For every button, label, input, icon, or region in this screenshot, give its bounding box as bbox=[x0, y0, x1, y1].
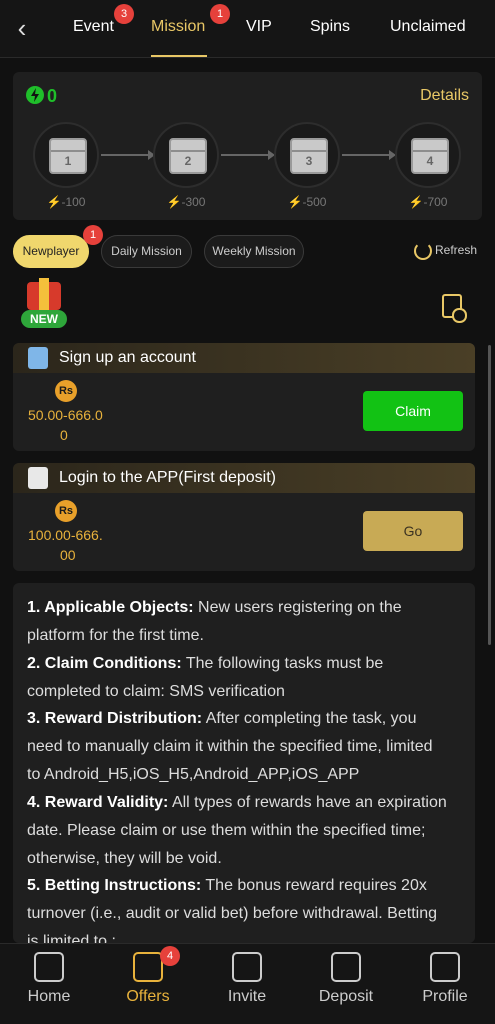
tab-vip[interactable]: VIP bbox=[246, 18, 272, 36]
rule-heading: 2. Claim Conditions: bbox=[27, 655, 182, 672]
mission-badge: 1 bbox=[210, 4, 230, 24]
rule-heading: 4. Reward Validity: bbox=[27, 794, 169, 811]
chest-3[interactable]: 3 bbox=[274, 122, 340, 188]
chest-1[interactable]: 1 bbox=[33, 122, 99, 188]
tab-mission[interactable]: Mission bbox=[151, 18, 205, 36]
chest-score-value: -500 bbox=[302, 195, 327, 209]
arrow-icon bbox=[342, 150, 396, 160]
nav-deposit[interactable]: Deposit bbox=[306, 952, 386, 1006]
chest-number: 1 bbox=[64, 154, 72, 168]
chest-2[interactable]: 2 bbox=[153, 122, 219, 188]
chest-score: ⚡-500 bbox=[287, 195, 327, 209]
app-login-icon bbox=[28, 467, 48, 489]
chest-score-value: -700 bbox=[423, 195, 448, 209]
chest-icon: 1 bbox=[49, 138, 87, 174]
tab-label: VIP bbox=[246, 18, 272, 35]
reward-amount: 100.00-666. 00 bbox=[28, 525, 103, 565]
new-tag: NEW bbox=[21, 310, 67, 328]
arrow-icon bbox=[221, 150, 275, 160]
chest-score-value: -300 bbox=[181, 195, 206, 209]
nav-label: Offers bbox=[126, 988, 170, 1005]
rule-1: 1. Applicable Objects: New users registe… bbox=[27, 594, 447, 650]
home-icon bbox=[34, 952, 64, 982]
reward-amount: 50.00-666.0 0 bbox=[28, 405, 103, 445]
refresh-label: Refresh bbox=[435, 243, 478, 258]
tab-label: Mission bbox=[151, 18, 206, 35]
chest-4[interactable]: 4 bbox=[395, 122, 461, 188]
rule-heading: 5. Betting Instructions: bbox=[27, 877, 202, 894]
refresh-button[interactable]: Refresh bbox=[414, 242, 477, 260]
rule-2: 2. Claim Conditions: The following tasks… bbox=[27, 650, 447, 706]
offers-badge: 4 bbox=[160, 946, 180, 966]
record-icon[interactable] bbox=[442, 294, 467, 323]
arrow-icon bbox=[101, 150, 155, 160]
nav-label: Home bbox=[27, 988, 71, 1005]
chest-icon: 4 bbox=[411, 138, 449, 174]
nav-invite[interactable]: Invite bbox=[207, 952, 287, 1006]
active-tab-indicator bbox=[151, 55, 207, 57]
nav-profile[interactable]: Profile bbox=[405, 952, 485, 1006]
lightning-icon bbox=[26, 86, 44, 104]
reward-line: 100.00-666. bbox=[28, 527, 103, 543]
rule-heading: 3. Reward Distribution: bbox=[27, 710, 203, 727]
nav-home[interactable]: Home bbox=[9, 952, 89, 1006]
chest-score-value: -100 bbox=[61, 195, 86, 209]
rule-heading: 1. Applicable Objects: bbox=[27, 599, 194, 616]
chest-score: ⚡-700 bbox=[408, 195, 448, 209]
users-icon bbox=[232, 952, 262, 982]
tab-label: Unclaimed bbox=[390, 18, 466, 35]
filter-newplayer[interactable]: Newplayer bbox=[13, 235, 89, 268]
scrollbar[interactable] bbox=[488, 345, 491, 645]
chest-icon: 2 bbox=[169, 138, 207, 174]
chest-score: ⚡-300 bbox=[166, 195, 206, 209]
clipboard-icon bbox=[28, 347, 48, 369]
profile-icon bbox=[430, 952, 460, 982]
chest-number: 4 bbox=[426, 154, 434, 168]
nav-label: Invite bbox=[227, 988, 267, 1005]
energy-count: 0 bbox=[47, 86, 58, 106]
rules-panel: 1. Applicable Objects: New users registe… bbox=[13, 583, 475, 943]
wallet-icon bbox=[331, 952, 361, 982]
tab-spins[interactable]: Spins bbox=[310, 18, 350, 36]
filter-weekly-mission[interactable]: Weekly Mission bbox=[204, 235, 304, 268]
rupee-coin-icon: Rs bbox=[55, 380, 77, 402]
task-title: Login to the APP(First deposit) bbox=[59, 469, 276, 486]
tab-unclaimed[interactable]: Unclaimed bbox=[390, 18, 466, 36]
nav-label: Profile bbox=[422, 988, 468, 1005]
newplayer-badge: 1 bbox=[83, 225, 103, 245]
rupee-coin-icon: Rs bbox=[55, 500, 77, 522]
claim-button[interactable]: Claim bbox=[363, 391, 463, 431]
reward-line: 50.00-666.0 bbox=[28, 407, 103, 423]
gift-icon bbox=[133, 952, 163, 982]
chest-icon: 3 bbox=[290, 138, 328, 174]
rule-4: 4. Reward Validity: All types of rewards… bbox=[27, 789, 447, 872]
details-link[interactable]: Details bbox=[420, 87, 469, 105]
filter-daily-mission[interactable]: Daily Mission bbox=[101, 235, 192, 268]
tab-label: Event bbox=[73, 18, 114, 35]
reward-line: 0 bbox=[60, 427, 68, 443]
nav-label: Deposit bbox=[318, 988, 374, 1005]
back-arrow-icon[interactable]: ‹ bbox=[8, 14, 36, 42]
tab-label: Spins bbox=[310, 18, 351, 35]
go-button[interactable]: Go bbox=[363, 511, 463, 551]
tab-event[interactable]: Event bbox=[73, 18, 114, 36]
chest-number: 2 bbox=[184, 154, 192, 168]
new-gift-icon: NEW bbox=[17, 278, 69, 330]
rule-3: 3. Reward Distribution: After completing… bbox=[27, 705, 447, 788]
task-title: Sign up an account bbox=[59, 349, 196, 366]
event-badge: 3 bbox=[114, 4, 134, 24]
reward-line: 00 bbox=[60, 547, 76, 563]
chest-score: ⚡-100 bbox=[46, 195, 86, 209]
rule-5: 5. Betting Instructions: The bonus rewar… bbox=[27, 872, 447, 943]
refresh-icon bbox=[414, 242, 432, 260]
chest-number: 3 bbox=[305, 154, 313, 168]
